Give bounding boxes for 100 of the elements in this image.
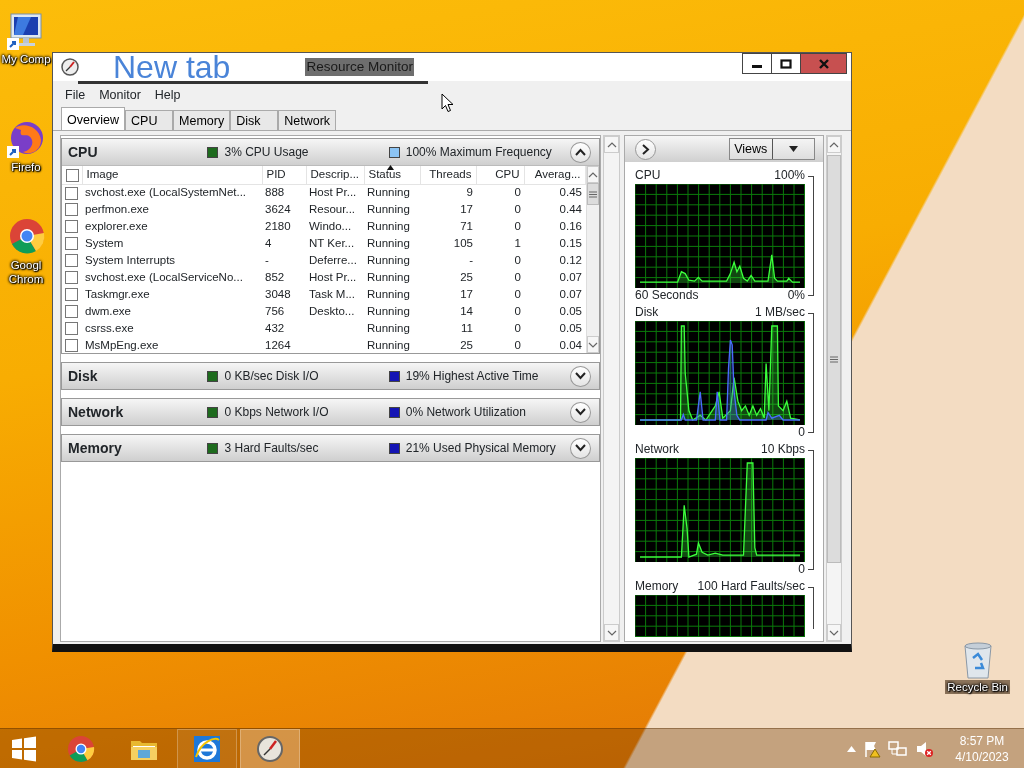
desktop-icon-label[interactable]: Recycle Bin — [945, 680, 1010, 694]
column-header[interactable]: Image — [86, 168, 119, 181]
scroll-down-button[interactable] — [586, 336, 599, 353]
column-header[interactable]: PID — [266, 168, 286, 181]
table-cell: 0 — [514, 322, 521, 334]
legend-text: 0 Kbps Network I/O — [224, 404, 329, 421]
table-cell: - — [469, 254, 473, 266]
scale-label: 100% — [774, 168, 805, 184]
ghost-text: New tab — [113, 53, 231, 81]
speaker-muted-icon[interactable] — [915, 739, 933, 758]
scroll-up-icon — [606, 140, 617, 149]
table-cell: 9 — [466, 186, 473, 199]
row-checkbox[interactable] — [65, 339, 78, 353]
scroll-down-button[interactable] — [827, 624, 841, 641]
row-checkbox[interactable] — [65, 186, 78, 200]
graph-title: Disk — [635, 305, 659, 321]
collapse-button[interactable] — [570, 141, 591, 163]
table-cell: Windo... — [309, 220, 352, 232]
gauge-icon — [256, 734, 284, 763]
scale-label: 10 Kbps — [760, 442, 805, 458]
menu-item[interactable]: Help — [148, 85, 187, 105]
windows-logo-icon — [10, 734, 38, 763]
column-header[interactable]: Descrip... — [310, 168, 360, 181]
scroll-up-button[interactable] — [586, 166, 599, 183]
table-cell: 0.44 — [559, 203, 582, 215]
taskbar-button[interactable] — [240, 728, 300, 768]
scale-label: 0% — [787, 288, 805, 304]
table-cell: 17 — [460, 288, 473, 300]
table-cell: 105 — [453, 237, 473, 249]
table-cell: NT Ker... — [309, 237, 355, 249]
caret-up-icon — [847, 746, 856, 753]
table-cell: Running — [367, 305, 410, 317]
views-button[interactable]: Views — [729, 138, 815, 160]
select-all-checkbox[interactable] — [66, 168, 79, 182]
scroll-down-button[interactable] — [604, 624, 619, 641]
row-checkbox[interactable] — [65, 220, 78, 234]
table-cell: Running — [367, 203, 410, 215]
row-checkbox[interactable] — [65, 237, 78, 251]
section-header[interactable]: CPU 3% CPU Usage 100% Maximum Frequency — [62, 139, 599, 165]
scale-label: 1 MB/sec — [755, 305, 805, 321]
scroll-up-icon — [829, 140, 839, 149]
legend-text: 0% Network Utilization — [405, 404, 526, 421]
scroll-up-button[interactable] — [827, 136, 841, 153]
section-title: Network — [68, 402, 125, 422]
flag-icon[interactable] — [863, 739, 881, 758]
table-cell: 888 — [265, 186, 285, 199]
table-cell: Running — [367, 339, 410, 351]
column-header[interactable]: Status — [368, 168, 402, 181]
maximize-button[interactable] — [771, 53, 800, 74]
section-header[interactable]: Memory 3 Hard Faults/sec 21% Used Physical Memory — [62, 435, 599, 461]
graph-title: Memory — [635, 579, 679, 595]
expand-button[interactable] — [570, 401, 591, 423]
column-header[interactable]: Averag... — [534, 168, 581, 181]
column-header[interactable]: CPU — [495, 168, 520, 181]
scrollbar-thumb[interactable] — [827, 155, 841, 563]
globe-icon — [193, 734, 221, 763]
table-cell: 1 — [514, 237, 521, 249]
table-cell: Running — [367, 254, 410, 266]
section-header[interactable]: Network 0 Kbps Network I/O 0% Network Utilization — [62, 399, 599, 425]
minimize-icon — [752, 65, 762, 68]
scrollbar-thumb[interactable] — [586, 183, 599, 205]
section-header[interactable]: Disk 0 KB/sec Disk I/O 19% Highest Active Time — [62, 363, 599, 389]
expand-button[interactable] — [570, 437, 591, 459]
table-cell: 0.05 — [559, 305, 582, 317]
grip-icon — [830, 355, 838, 363]
expand-button[interactable] — [635, 138, 656, 160]
minimize-button[interactable] — [742, 53, 771, 74]
legend-text: 3 Hard Faults/sec — [224, 440, 319, 457]
table-cell: 3048 — [265, 288, 291, 300]
close-button[interactable] — [800, 53, 847, 74]
table-cell: Resour... — [309, 203, 356, 215]
tab[interactable]: Memory — [173, 110, 231, 130]
legend-text: 21% Used Physical Memory — [405, 440, 556, 457]
scroll-down-icon — [606, 628, 617, 637]
menu-item[interactable]: File — [59, 85, 92, 105]
menu-item[interactable]: Monitor — [93, 85, 147, 105]
table-cell: 25 — [460, 271, 473, 283]
row-checkbox[interactable] — [65, 288, 78, 302]
scroll-up-icon — [587, 170, 598, 179]
row-checkbox[interactable] — [65, 305, 78, 319]
tab[interactable]: Network — [278, 110, 337, 130]
scroll-down-icon — [829, 628, 839, 637]
tab[interactable]: CPU — [125, 110, 174, 130]
row-checkbox[interactable] — [65, 203, 78, 217]
network-icon[interactable] — [888, 739, 908, 758]
graph-title: CPU — [635, 168, 661, 184]
tab[interactable]: Overview — [61, 107, 126, 130]
row-checkbox[interactable] — [65, 254, 78, 268]
scroll-down-icon — [587, 340, 598, 349]
table-cell: 17 — [460, 203, 473, 215]
expand-button[interactable] — [570, 365, 591, 387]
row-checkbox[interactable] — [65, 271, 78, 285]
table-cell: 0 — [514, 203, 521, 215]
row-checkbox[interactable] — [65, 322, 78, 336]
column-header[interactable]: Threads — [429, 168, 472, 181]
scroll-up-button[interactable] — [604, 136, 619, 153]
tab[interactable]: Disk — [230, 110, 279, 130]
taskbar-button[interactable] — [177, 728, 237, 768]
table-cell: Running — [367, 288, 410, 300]
table-cell: 3624 — [265, 203, 291, 215]
